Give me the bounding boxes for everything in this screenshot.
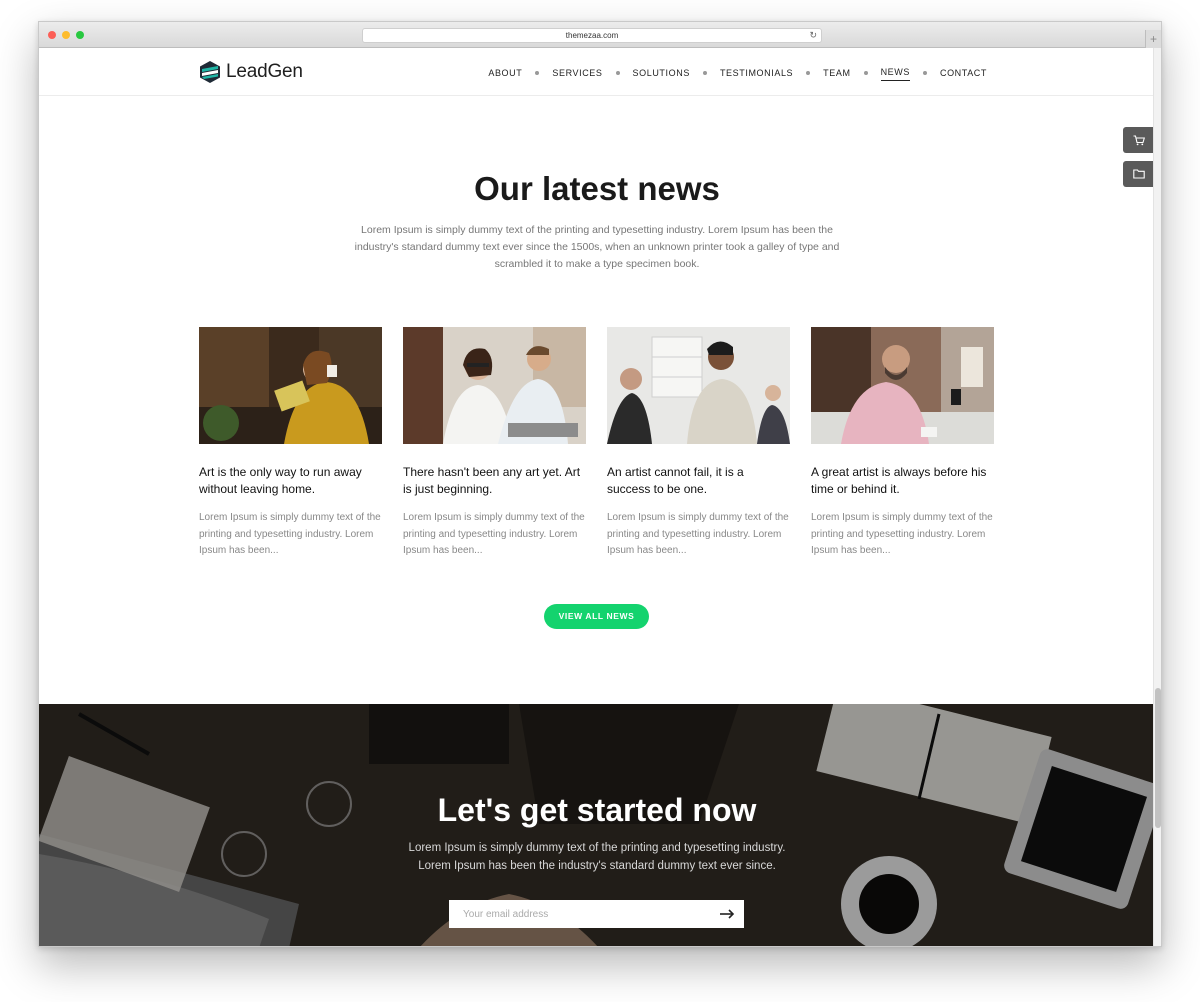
menu-separator [806,70,811,75]
page-viewport: LeadGen ABOUT SERVICES SOLUTIONS TESTIMO… [39,48,1155,946]
news-card-excerpt: Lorem Ipsum is simply dummy text of the … [403,512,585,556]
cta-description: Lorem Ipsum is simply dummy text of the … [39,840,1155,875]
logo-text: LeadGen [226,61,303,82]
menu-item-news[interactable]: NEWS [880,67,910,81]
news-cards: Art is the only way to run away without … [199,327,995,560]
cta-description-line: Lorem Ipsum is simply dummy text of the … [408,842,786,854]
news-card-title[interactable]: There hasn't been any art yet. Art is ju… [403,464,586,498]
cart-button[interactable] [1123,127,1155,153]
menu-separator [535,70,540,75]
browser-window: themezaa.com ↻ + LeadGen ABOUT SERVICES [38,21,1162,947]
news-card[interactable]: A great artist is always before his time… [811,327,994,560]
news-card-title[interactable]: A great artist is always before his time… [811,464,994,498]
maximize-window-button[interactable] [76,31,84,39]
menu-item-team[interactable]: TEAM [823,68,850,81]
news-card[interactable]: Art is the only way to run away without … [199,327,382,560]
arrow-right-icon[interactable] [718,907,736,921]
view-all-news-button[interactable]: VIEW ALL NEWS [544,604,649,629]
reload-icon[interactable]: ↻ [809,29,817,42]
main-menu: ABOUT SERVICES SOLUTIONS TESTIMONIALS TE… [488,67,987,81]
news-card[interactable]: There hasn't been any art yet. Art is ju… [403,327,586,560]
email-signup-form [449,900,744,928]
browser-titlebar: themezaa.com ↻ + [39,22,1161,48]
email-input[interactable] [449,900,709,928]
menu-item-about[interactable]: ABOUT [488,68,522,81]
menu-item-solutions[interactable]: SOLUTIONS [633,68,690,81]
news-card-title[interactable]: Art is the only way to run away without … [199,464,382,498]
site-logo[interactable]: LeadGen [199,60,303,84]
news-section-intro: Lorem Ipsum is simply dummy text of the … [354,224,840,270]
scrollbar-thumb[interactable] [1155,688,1161,828]
menu-item-testimonials[interactable]: TESTIMONIALS [720,68,793,81]
news-card-image[interactable] [199,327,382,444]
news-card-image[interactable] [607,327,790,444]
menu-item-contact[interactable]: CONTACT [940,68,987,81]
new-tab-button[interactable]: + [1145,30,1161,48]
site-header: LeadGen ABOUT SERVICES SOLUTIONS TESTIMO… [39,48,1155,96]
news-section-title: Our latest news [474,170,720,207]
cta-description-line: Lorem Ipsum has been the industry's stan… [418,859,776,872]
menu-separator [863,70,868,75]
minimize-window-button[interactable] [62,31,70,39]
news-card-title[interactable]: An artist cannot fail, it is a success t… [607,464,790,498]
menu-item-services[interactable]: SERVICES [552,68,602,81]
menu-separator [615,70,620,75]
news-card[interactable]: An artist cannot fail, it is a success t… [607,327,790,560]
menu-separator [922,70,927,75]
news-card-excerpt: Lorem Ipsum is simply dummy text of the … [811,512,993,556]
news-card-image[interactable] [403,327,586,444]
news-card-image[interactable] [811,327,994,444]
address-bar[interactable]: themezaa.com ↻ [362,28,822,43]
news-card-excerpt: Lorem Ipsum is simply dummy text of the … [199,512,381,556]
cta-title: Let's get started now [437,792,757,828]
menu-separator [702,70,707,75]
address-bar-url: themezaa.com [565,31,619,40]
cart-icon [1133,134,1145,145]
cta-section: Let's get started now Lorem Ipsum is sim… [39,704,1155,946]
news-card-excerpt: Lorem Ipsum is simply dummy text of the … [607,512,789,556]
close-window-button[interactable] [48,31,56,39]
vertical-scrollbar[interactable] [1153,48,1161,946]
leadgen-logo-icon [200,61,220,83]
